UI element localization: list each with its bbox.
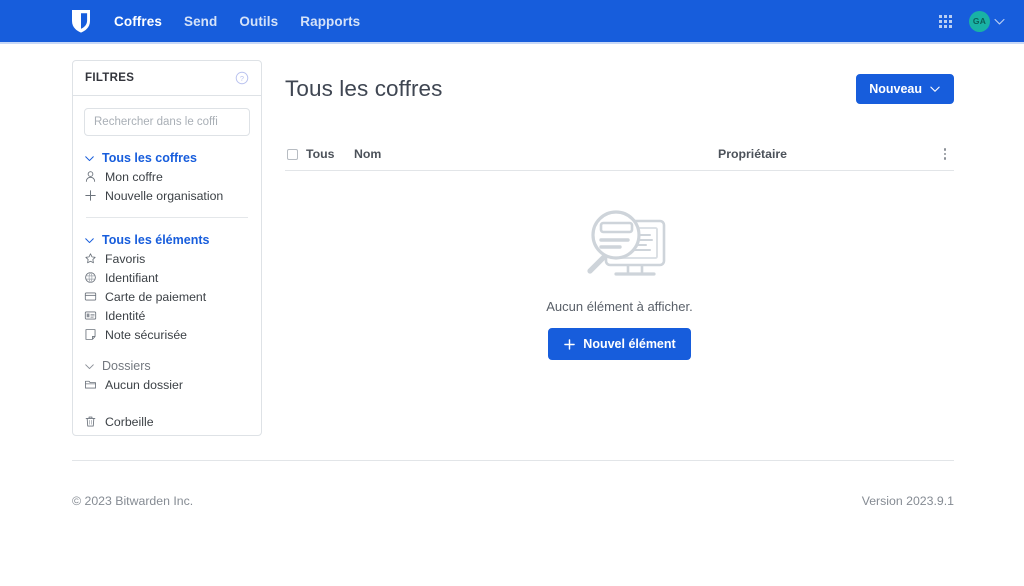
section-all-items: Tous les éléments Favoris Identifiant Ca…: [84, 231, 250, 344]
nav-link-outils[interactable]: Outils: [239, 14, 278, 29]
filters-sidebar: FILTRES ? Tous les coffres: [72, 60, 262, 436]
section-folders: Dossiers Aucun dossier: [84, 357, 250, 394]
trash-icon: [85, 416, 96, 427]
page-footer: © 2023 Bitwarden Inc. Version 2023.9.1: [72, 461, 954, 508]
chevron-down-icon: [930, 86, 940, 92]
shield-logo-icon[interactable]: [70, 8, 92, 34]
sticky-note-icon: [85, 329, 96, 340]
sidebar-item-label: Mon coffre: [105, 169, 163, 184]
column-header-all[interactable]: Tous: [306, 147, 354, 161]
main-content: Tous les coffres Nouveau Tous Nom Propri…: [275, 60, 954, 460]
new-item-button-label: Nouvel élément: [583, 337, 676, 352]
avatar: GA: [969, 10, 990, 32]
section-header-folders[interactable]: Dossiers: [84, 357, 250, 375]
section-all-vaults: Tous les coffres Mon coffre Nouvelle org…: [84, 149, 250, 205]
section-header-all-items[interactable]: Tous les éléments: [84, 231, 250, 249]
sidebar-item-new-organization[interactable]: Nouvelle organisation: [84, 186, 250, 205]
star-icon: [85, 253, 96, 264]
plus-icon: [85, 190, 96, 201]
sidebar-item-login[interactable]: Identifiant: [84, 268, 250, 287]
select-all-checkbox[interactable]: [287, 148, 298, 160]
search-input[interactable]: [84, 108, 250, 136]
sidebar-item-no-folder[interactable]: Aucun dossier: [84, 375, 250, 394]
plus-icon: [564, 338, 576, 350]
svg-text:?: ?: [240, 74, 244, 83]
column-header-name[interactable]: Nom: [354, 147, 718, 161]
filters-title: FILTRES: [85, 72, 135, 84]
column-header-owner[interactable]: Propriétaire: [718, 147, 938, 161]
section-label: Dossiers: [102, 359, 151, 373]
sidebar-item-label: Note sécurisée: [105, 327, 188, 342]
main-header: Tous les coffres Nouveau: [285, 60, 954, 117]
apps-grid-icon[interactable]: [936, 12, 955, 31]
sidebar-divider-1: [86, 217, 248, 218]
page-title: Tous les coffres: [285, 76, 443, 102]
primary-nav: Coffres Send Outils Rapports: [114, 14, 360, 29]
empty-state-message: Aucun élément à afficher.: [546, 299, 693, 315]
sidebar-item-trash[interactable]: Corbeille: [84, 412, 250, 431]
chevron-down-icon: [85, 155, 94, 161]
section-label: Tous les éléments: [102, 233, 210, 247]
nav-link-rapports[interactable]: Rapports: [300, 14, 360, 29]
question-circle-icon[interactable]: ?: [235, 71, 249, 85]
sidebar-item-label: Identifiant: [105, 270, 159, 285]
version-text: Version 2023.9.1: [861, 494, 954, 508]
sidebar-item-label: Favoris: [105, 251, 146, 266]
sidebar-item-label: Corbeille: [105, 414, 154, 429]
search-monitor-illustration: [586, 210, 665, 276]
chevron-down-icon: [994, 18, 1005, 25]
new-button[interactable]: Nouveau: [856, 74, 954, 105]
copyright-text: © 2023 Bitwarden Inc.: [72, 494, 194, 508]
id-card-icon: [84, 311, 97, 320]
chevron-down-icon: [85, 237, 94, 243]
sidebar-item-secure-note[interactable]: Note sécurisée: [84, 325, 250, 344]
sidebar-item-identity[interactable]: Identité: [84, 306, 250, 325]
sidebar-item-label: Nouvelle organisation: [105, 188, 224, 203]
account-menu-button[interactable]: GA: [969, 10, 1006, 32]
credit-card-icon: [84, 292, 97, 301]
top-navbar: Coffres Send Outils Rapports GA: [0, 0, 1024, 44]
sidebar-item-card[interactable]: Carte de paiement: [84, 287, 250, 306]
vault-table-header: Tous Nom Propriétaire: [285, 137, 954, 172]
globe-icon: [85, 272, 96, 283]
sidebar-item-label: Carte de paiement: [105, 289, 207, 304]
filters-header: FILTRES ?: [73, 61, 261, 96]
sidebar-item-label: Aucun dossier: [105, 377, 183, 392]
section-trash: Corbeille: [84, 412, 250, 431]
nav-link-send[interactable]: Send: [184, 14, 217, 29]
footer-wrapper: © 2023 Bitwarden Inc. Version 2023.9.1: [0, 460, 1024, 508]
folder-icon: [85, 380, 96, 389]
new-button-label: Nouveau: [869, 82, 922, 97]
user-icon: [85, 171, 96, 182]
page-body: FILTRES ? Tous les coffres: [0, 44, 1024, 460]
empty-state: Aucun élément à afficher. Nouvel élément: [285, 171, 954, 361]
sidebar-item-favorites[interactable]: Favoris: [84, 249, 250, 268]
kebab-menu-icon[interactable]: [938, 148, 952, 160]
nav-link-coffres[interactable]: Coffres: [114, 14, 162, 29]
sidebar-item-my-vault[interactable]: Mon coffre: [84, 167, 250, 186]
section-header-all-vaults[interactable]: Tous les coffres: [84, 149, 250, 167]
chevron-down-icon: [85, 363, 94, 369]
filters-body: Tous les coffres Mon coffre Nouvelle org…: [73, 96, 261, 431]
navbar-right-cluster: GA: [936, 10, 1006, 32]
new-item-button[interactable]: Nouvel élément: [548, 328, 691, 361]
section-label: Tous les coffres: [102, 151, 197, 165]
sidebar-item-label: Identité: [105, 308, 146, 323]
